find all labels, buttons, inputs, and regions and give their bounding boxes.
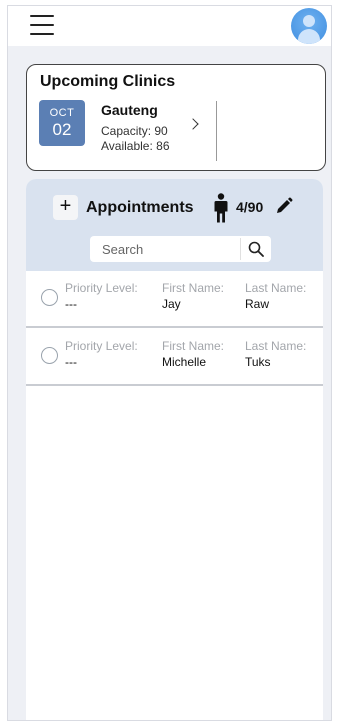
app-frame: Upcoming Clinics OCT 02 Gauteng Capacity… xyxy=(7,5,332,721)
card-divider xyxy=(216,101,217,161)
last-name-value: Tuks xyxy=(245,355,271,369)
priority-value: --- xyxy=(65,355,77,369)
last-name-value: Raw xyxy=(245,297,270,311)
appointments-panel: + Appointments 4/90 Priority xyxy=(26,179,323,720)
priority-value: --- xyxy=(65,297,77,311)
clinic-date-day: 02 xyxy=(52,120,72,139)
row-divider xyxy=(26,384,323,386)
last-name-label: Last Name: xyxy=(245,339,307,353)
top-bar xyxy=(8,6,331,46)
clinic-date-badge: OCT 02 xyxy=(39,100,85,146)
pencil-icon[interactable] xyxy=(275,197,293,215)
table-row[interactable]: Priority Level: --- First Name: Jay Last… xyxy=(26,271,323,325)
appointments-title: Appointments xyxy=(86,199,194,216)
priority-label: Priority Level: xyxy=(65,281,138,295)
first-name-value: Jay xyxy=(162,297,181,311)
menu-icon[interactable] xyxy=(30,15,54,35)
search-input[interactable] xyxy=(90,236,240,262)
search-icon[interactable] xyxy=(247,240,265,258)
upcoming-clinics-title: Upcoming Clinics xyxy=(40,73,176,90)
clinic-date-month: OCT xyxy=(49,107,75,119)
avatar[interactable] xyxy=(291,8,327,44)
priority-label: Priority Level: xyxy=(65,339,138,353)
last-name-label: Last Name: xyxy=(245,281,307,295)
add-appointment-button[interactable]: + xyxy=(53,195,78,220)
first-name-value: Michelle xyxy=(162,355,207,369)
avatar-head xyxy=(303,15,315,27)
first-name-label: First Name: xyxy=(162,281,225,295)
clinic-capacity: Capacity: 90 xyxy=(101,124,168,138)
upcoming-clinics-card: Upcoming Clinics OCT 02 Gauteng Capacity… xyxy=(26,64,326,171)
search-separator xyxy=(240,238,241,260)
appointments-count: 4/90 xyxy=(236,199,264,215)
avatar-shoulders xyxy=(298,29,320,44)
appointments-header: + Appointments 4/90 xyxy=(26,179,323,271)
row-divider xyxy=(26,326,323,328)
row-select-radio[interactable] xyxy=(41,289,58,306)
search-box xyxy=(90,236,271,262)
row-select-radio[interactable] xyxy=(41,347,58,364)
table-row[interactable]: Priority Level: --- First Name: Michelle… xyxy=(26,329,323,383)
clinic-name[interactable]: Gauteng xyxy=(101,102,158,118)
clinic-available: Available: 86 xyxy=(101,139,170,153)
first-name-label: First Name: xyxy=(162,339,225,353)
person-icon xyxy=(214,193,228,223)
chevron-right-icon[interactable] xyxy=(187,118,199,130)
